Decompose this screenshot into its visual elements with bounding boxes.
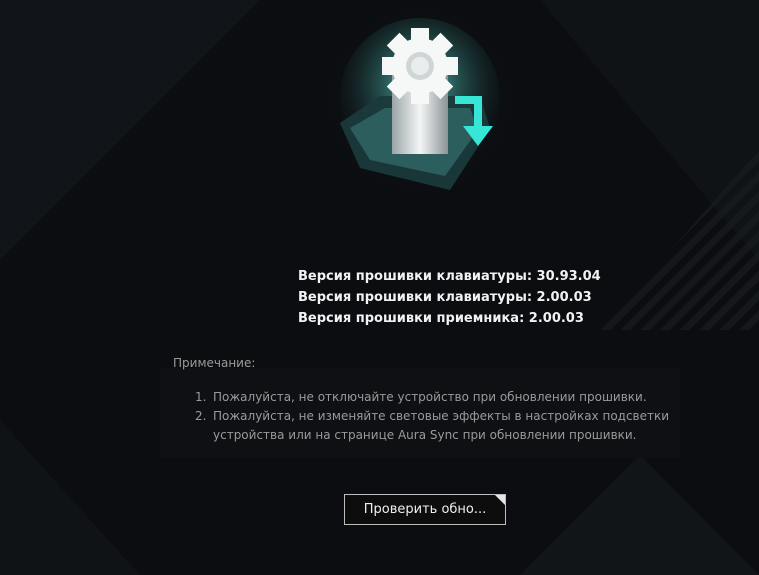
check-update-button-label: Проверить обно... (363, 502, 487, 517)
note-title: Примечание: (173, 356, 256, 370)
list-item-number: 1. (195, 390, 207, 404)
list-item: 2. Пожалуйста, не изменяйте световые эфф… (195, 407, 695, 445)
note-list: 1. Пожалуйста, не отключайте устройство … (195, 388, 695, 445)
button-corner-decoration (495, 495, 505, 505)
keyboard-firmware-version-2: Версия прошивки клавиатуры: 2.00.03 (298, 290, 592, 305)
check-update-button[interactable]: Проверить обно... (344, 494, 506, 525)
firmware-update-gear-icon (330, 18, 510, 198)
list-item-text: Пожалуйста, не отключайте устройство при… (213, 390, 647, 404)
keyboard-firmware-version-1: Версия прошивки клавиатуры: 30.93.04 (298, 269, 601, 284)
firmware-versions: Версия прошивки клавиатуры: 30.93.04 Вер… (298, 266, 601, 329)
list-item-number: 2. (195, 409, 207, 423)
receiver-firmware-version: Версия прошивки приемника: 2.00.03 (298, 311, 584, 326)
list-item-text: Пожалуйста, не изменяйте световые эффект… (213, 409, 670, 442)
list-item: 1. Пожалуйста, не отключайте устройство … (195, 388, 695, 407)
